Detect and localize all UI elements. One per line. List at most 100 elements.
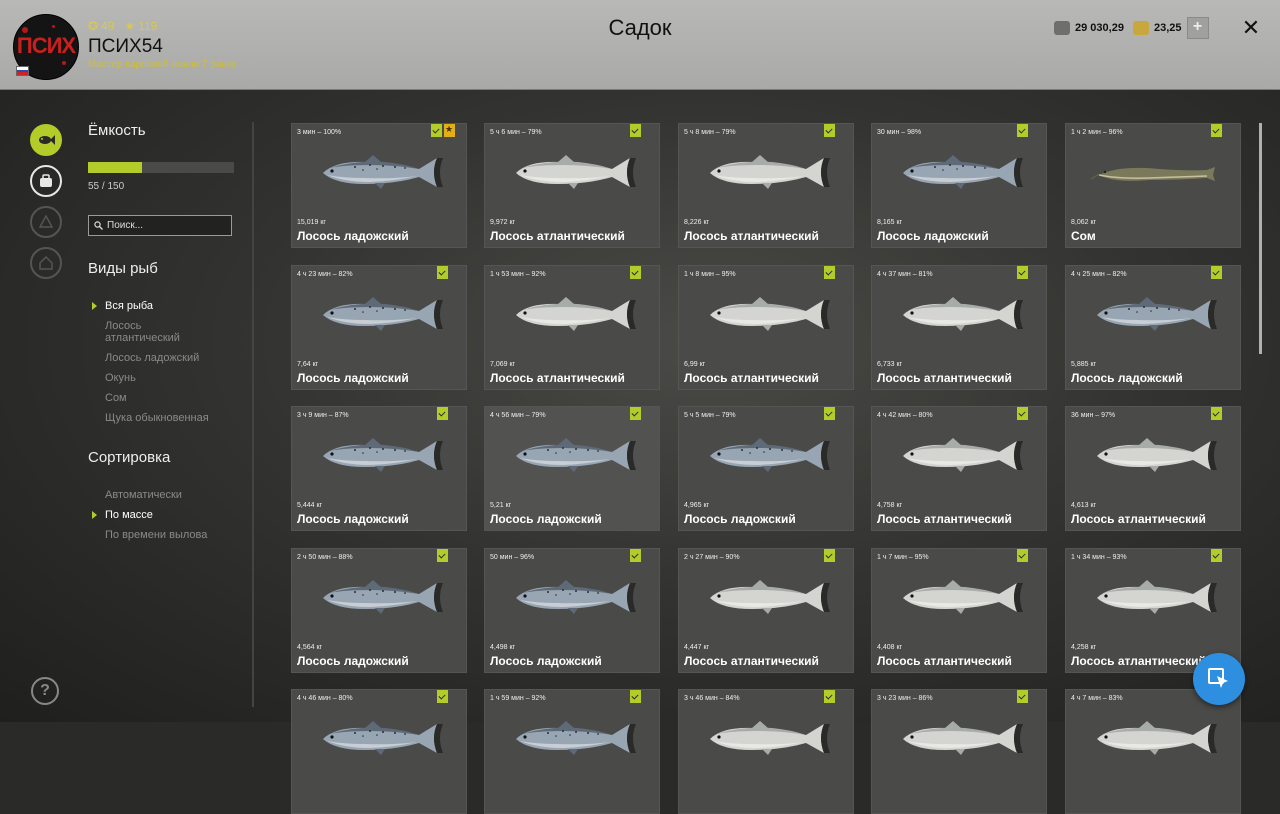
fish-name: Лосось ладожский: [490, 512, 602, 526]
fish-card[interactable]: 4 ч 46 мин – 80%: [291, 689, 467, 814]
checkmark-icon[interactable]: [1017, 266, 1028, 279]
sort-title: Сортировка: [88, 449, 171, 466]
silver-icon: [1054, 21, 1070, 35]
checkmark-icon[interactable]: [1211, 124, 1222, 137]
sort-option[interactable]: По времени вылова: [105, 529, 207, 541]
bag-tab-icon[interactable]: [30, 165, 62, 197]
search-input[interactable]: [107, 220, 217, 231]
checkmark-icon[interactable]: [1017, 690, 1028, 703]
checkmark-icon[interactable]: [431, 124, 442, 137]
fish-card[interactable]: 4 ч 37 мин – 81% 6,733 кг Лосось атлантиче…: [871, 265, 1047, 390]
fish-card[interactable]: 3 ч 9 мин – 87% 5,444 кг Лосось ладожский: [291, 406, 467, 531]
checkmark-icon[interactable]: [630, 124, 641, 137]
checkmark-icon[interactable]: [630, 549, 641, 562]
gear-tab-icon[interactable]: [30, 206, 62, 238]
catch-time: 1 ч 34 мин – 93%: [1071, 554, 1127, 561]
species-filter-item[interactable]: Вся рыба: [105, 300, 153, 312]
checkmark-icon[interactable]: [437, 266, 448, 279]
checkmark-icon[interactable]: [630, 690, 641, 703]
checkmark-icon[interactable]: [437, 690, 448, 703]
fish-weight: 5,21 кг: [490, 502, 512, 509]
catch-time: 3 ч 23 мин – 86%: [877, 695, 933, 702]
checkmark-icon[interactable]: [1211, 407, 1222, 420]
fish-weight: 4,758 кг: [877, 502, 903, 509]
scrollbar[interactable]: [1259, 123, 1262, 354]
cursor-mode-button[interactable]: [1193, 653, 1245, 705]
fish-card[interactable]: 36 мин – 97% 4,613 кг Лосось атлантический: [1065, 406, 1241, 531]
fish-card[interactable]: 1 ч 59 мин – 92%: [484, 689, 660, 814]
checkmark-icon[interactable]: [1211, 266, 1222, 279]
checkmark-icon[interactable]: [630, 407, 641, 420]
catch-time: 50 мин – 96%: [490, 554, 535, 561]
fish-card[interactable]: 30 мин – 98% 8,165 кг Лосось ладожский: [871, 123, 1047, 248]
fish-card[interactable]: 1 ч 7 мин – 95% 4,408 кг Лосось атлантичес…: [871, 548, 1047, 673]
checkmark-icon[interactable]: [437, 407, 448, 420]
fish-card[interactable]: 4 ч 23 мин – 82% 7,64 кг Лосось ладожский: [291, 265, 467, 390]
fish-name: Лосось атлантический: [877, 654, 1012, 668]
checkmark-icon[interactable]: [630, 266, 641, 279]
fish-card[interactable]: 4 ч 42 мин – 80% 4,758 кг Лосось атлантиче…: [871, 406, 1047, 531]
checkmark-icon[interactable]: [824, 124, 835, 137]
fish-card[interactable]: 4 ч 56 мин – 79% 5,21 кг Лосось ладожский: [484, 406, 660, 531]
keepnet-tab-icon[interactable]: [30, 124, 62, 156]
help-button[interactable]: ?: [31, 677, 59, 705]
add-gold-button[interactable]: +: [1186, 17, 1209, 39]
home-tab-icon[interactable]: [30, 247, 62, 279]
catch-time: 4 ч 37 мин – 81%: [877, 271, 933, 278]
catch-time: 5 ч 5 мин – 79%: [684, 412, 736, 419]
species-filter-item[interactable]: Сом: [105, 392, 127, 404]
sort-option[interactable]: Автоматически: [105, 489, 182, 501]
close-button[interactable]: ✕: [1240, 17, 1262, 39]
capacity-value: 55 / 150: [88, 181, 125, 192]
checkmark-icon[interactable]: [437, 549, 448, 562]
species-filter-item[interactable]: Лосось атлантический: [105, 320, 215, 344]
fish-weight: 5,444 кг: [297, 502, 323, 509]
bookmark-icon[interactable]: [444, 124, 455, 137]
checkmark-icon[interactable]: [1017, 124, 1028, 137]
gold-value: 23,25: [1154, 22, 1182, 34]
checkmark-icon[interactable]: [824, 407, 835, 420]
species-filter-item[interactable]: Щука обыкновенная: [105, 412, 209, 424]
checkmark-icon[interactable]: [1017, 407, 1028, 420]
fish-weight: 7,069 кг: [490, 361, 516, 368]
fish-card[interactable]: 3 мин – 100% 15,019 кг Лосось ладожский: [291, 123, 467, 248]
fish-card[interactable]: 50 мин – 96% 4,498 кг Лосось ладожский: [484, 548, 660, 673]
species-filter-item[interactable]: Окунь: [105, 372, 136, 384]
fish-name: Лосось ладожский: [684, 512, 796, 526]
catch-time: 4 ч 25 мин – 82%: [1071, 271, 1127, 278]
fish-name: Лосось атлантический: [1071, 654, 1206, 668]
fish-card[interactable]: 1 ч 8 мин – 95% 6,99 кг Лосось атлантическ…: [678, 265, 854, 390]
fish-card[interactable]: 4 ч 7 мин – 83%: [1065, 689, 1241, 814]
fish-weight: 8,226 кг: [684, 219, 710, 226]
gold-icon: [1133, 21, 1149, 35]
catch-time: 4 ч 46 мин – 80%: [297, 695, 353, 702]
checkmark-icon[interactable]: [1017, 549, 1028, 562]
fish-card[interactable]: 5 ч 8 мин – 79% 8,226 кг Лосось атлантичес…: [678, 123, 854, 248]
fish-name: Лосось ладожский: [297, 371, 409, 385]
search-box[interactable]: [88, 215, 232, 236]
fish-card[interactable]: 3 ч 23 мин – 86%: [871, 689, 1047, 814]
fish-card[interactable]: 4 ч 25 мин – 82% 5,885 кг Лосось ладожский: [1065, 265, 1241, 390]
fish-weight: 4,447 кг: [684, 644, 710, 651]
catch-time: 2 ч 50 мин – 88%: [297, 554, 353, 561]
checkmark-icon[interactable]: [824, 549, 835, 562]
fish-name: Сом: [1071, 229, 1096, 243]
checkmark-icon[interactable]: [824, 266, 835, 279]
fish-card[interactable]: 5 ч 5 мин – 79% 4,965 кг Лосось ладожский: [678, 406, 854, 531]
fish-card[interactable]: 2 ч 50 мин – 88% 4,564 кг Лосось ладожский: [291, 548, 467, 673]
catch-time: 3 ч 9 мин – 87%: [297, 412, 349, 419]
catch-time: 1 ч 59 мин – 92%: [490, 695, 546, 702]
checkmark-icon[interactable]: [1211, 549, 1222, 562]
fish-card[interactable]: 5 ч 6 мин – 79% 9,972 кг Лосось атлантичес…: [484, 123, 660, 248]
fish-card[interactable]: 1 ч 2 мин – 96% 8,062 кг Сом: [1065, 123, 1241, 248]
fish-name: Лосось атлантический: [877, 512, 1012, 526]
fish-card[interactable]: 2 ч 27 мин – 90% 4,447 кг Лосось атлантиче…: [678, 548, 854, 673]
fish-weight: 4,498 кг: [490, 644, 516, 651]
fish-card[interactable]: 1 ч 53 мин – 92% 7,069 кг Лосось атлантиче…: [484, 265, 660, 390]
fish-card[interactable]: 3 ч 46 мин – 84%: [678, 689, 854, 814]
fish-weight: 8,062 кг: [1071, 219, 1097, 226]
species-filter-item[interactable]: Лосось ладожский: [105, 352, 199, 364]
checkmark-icon[interactable]: [824, 690, 835, 703]
silver-balance: 29 030,29: [1054, 17, 1124, 39]
sort-option[interactable]: По массе: [105, 509, 153, 521]
